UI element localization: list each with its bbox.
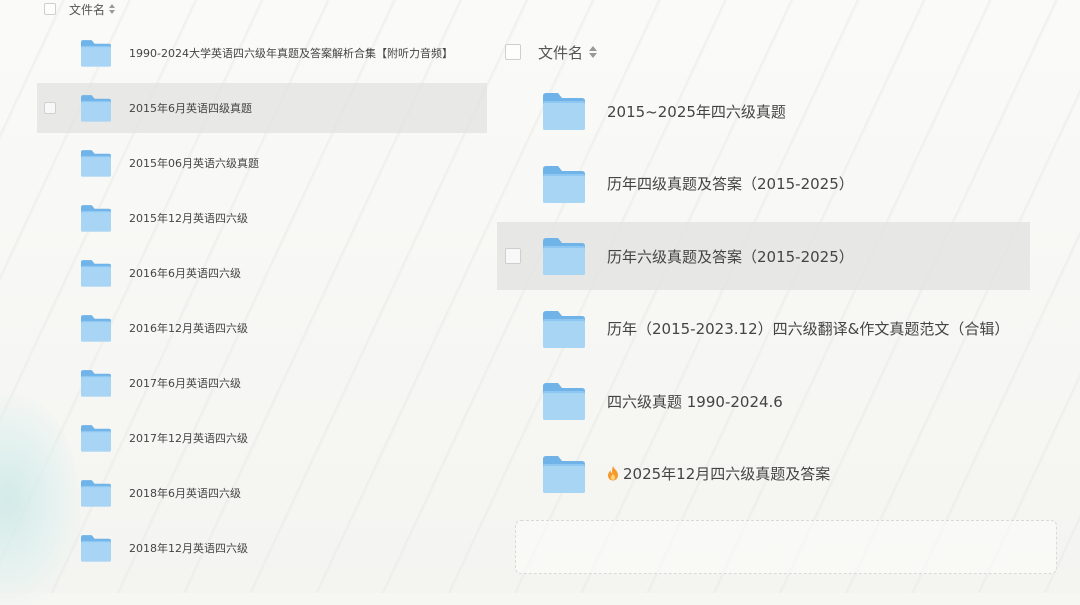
row-checkbox[interactable] (44, 432, 56, 444)
folder-icon (79, 423, 113, 453)
fire-icon (607, 465, 619, 481)
row-checkbox[interactable] (44, 487, 56, 499)
file-row[interactable]: 2025年12月四六级真题及答案 (497, 440, 1030, 508)
file-row[interactable]: 历年（2015-2023.12）四六级翻译&作文真题范文（合辑） (497, 295, 1030, 363)
file-row[interactable]: 2015年06月英语六级真题 (37, 138, 487, 188)
sort-icon[interactable] (589, 46, 598, 58)
drop-zone[interactable] (515, 520, 1057, 574)
file-name[interactable]: 2017年6月英语四六级 (129, 375, 241, 391)
row-checkbox[interactable] (505, 466, 521, 482)
row-checkbox[interactable] (44, 542, 56, 554)
file-name[interactable]: 历年六级真题及答案（2015-2025） (607, 246, 854, 267)
file-name[interactable]: 2015~2025年四六级真题 (607, 101, 786, 122)
row-checkbox[interactable] (505, 176, 521, 192)
row-checkbox[interactable] (44, 377, 56, 389)
file-name[interactable]: 历年（2015-2023.12）四六级翻译&作文真题范文（合辑） (607, 318, 1009, 339)
file-row[interactable]: 2015~2025年四六级真题 (497, 77, 1030, 145)
row-checkbox[interactable] (44, 102, 56, 114)
file-row[interactable]: 1990-2024大学英语四六级年真题及答案解析合集【附听力音频】 (37, 28, 487, 78)
file-row[interactable]: 2016年6月英语四六级 (37, 248, 487, 298)
folder-icon (541, 308, 587, 350)
row-checkbox[interactable] (505, 321, 521, 337)
folder-icon (79, 258, 113, 288)
row-checkbox[interactable] (44, 47, 56, 59)
file-row[interactable]: 2015年6月英语四级真题 (37, 83, 487, 133)
folder-icon (541, 90, 587, 132)
sort-icon[interactable] (109, 4, 116, 14)
folder-icon (541, 163, 587, 205)
row-checkbox[interactable] (44, 267, 56, 279)
right-file-list: 文件名 2015~2025年四六级真题历年四级真题及答案（2015-2025） 历… (495, 0, 1080, 593)
folder-icon (79, 478, 113, 508)
file-row[interactable]: 2018年12月英语四六级 (37, 523, 487, 573)
file-row[interactable]: 2016年12月英语四六级 (37, 303, 487, 353)
file-name[interactable]: 2017年12月英语四六级 (129, 430, 248, 446)
left-list-header: 文件名 (44, 1, 116, 18)
folder-icon (541, 453, 587, 495)
file-row[interactable]: 2015年12月英语四六级 (37, 193, 487, 243)
file-row[interactable]: 历年六级真题及答案（2015-2025） (497, 222, 1030, 290)
file-name[interactable]: 2016年12月英语四六级 (129, 320, 248, 336)
file-row[interactable]: 四六级真题 1990-2024.6 (497, 367, 1030, 435)
row-checkbox[interactable] (44, 157, 56, 169)
file-row[interactable]: 2018年6月英语四六级 (37, 468, 487, 518)
select-all-checkbox[interactable] (44, 3, 56, 15)
file-name[interactable]: 2018年12月英语四六级 (129, 540, 248, 556)
file-row[interactable]: 2017年12月英语四六级 (37, 413, 487, 463)
folder-icon (541, 380, 587, 422)
folder-icon (79, 203, 113, 233)
row-checkbox[interactable] (505, 248, 521, 264)
file-row[interactable]: 2017年6月英语四六级 (37, 358, 487, 408)
file-name[interactable]: 2018年6月英语四六级 (129, 485, 241, 501)
folder-icon (79, 38, 113, 68)
right-list-header: 文件名 (505, 42, 598, 63)
folder-icon (79, 533, 113, 563)
select-all-checkbox[interactable] (505, 44, 521, 60)
file-name[interactable]: 2025年12月四六级真题及答案 (607, 463, 830, 484)
file-name[interactable]: 1990-2024大学英语四六级年真题及答案解析合集【附听力音频】 (129, 45, 453, 61)
file-name[interactable]: 四六级真题 1990-2024.6 (607, 391, 783, 412)
folder-icon (541, 235, 587, 277)
row-checkbox[interactable] (505, 393, 521, 409)
row-checkbox[interactable] (44, 212, 56, 224)
file-name[interactable]: 2015年6月英语四级真题 (129, 100, 252, 116)
filename-column-header[interactable]: 文件名 (538, 42, 583, 63)
file-name[interactable]: 2015年06月英语六级真题 (129, 155, 259, 171)
filename-column-header[interactable]: 文件名 (69, 1, 105, 18)
file-row[interactable]: 历年四级真题及答案（2015-2025） (497, 150, 1030, 218)
folder-icon (79, 368, 113, 398)
folder-icon (79, 93, 113, 123)
file-name[interactable]: 2015年12月英语四六级 (129, 210, 248, 226)
folder-icon (79, 313, 113, 343)
folder-icon (79, 148, 113, 178)
left-file-list: 文件名 1990-2024大学英语四六级年真题及答案解析合集【附听力音频】 201… (0, 0, 490, 593)
file-name[interactable]: 历年四级真题及答案（2015-2025） (607, 173, 854, 194)
row-checkbox[interactable] (505, 103, 521, 119)
row-checkbox[interactable] (44, 322, 56, 334)
file-name[interactable]: 2016年6月英语四六级 (129, 265, 241, 281)
